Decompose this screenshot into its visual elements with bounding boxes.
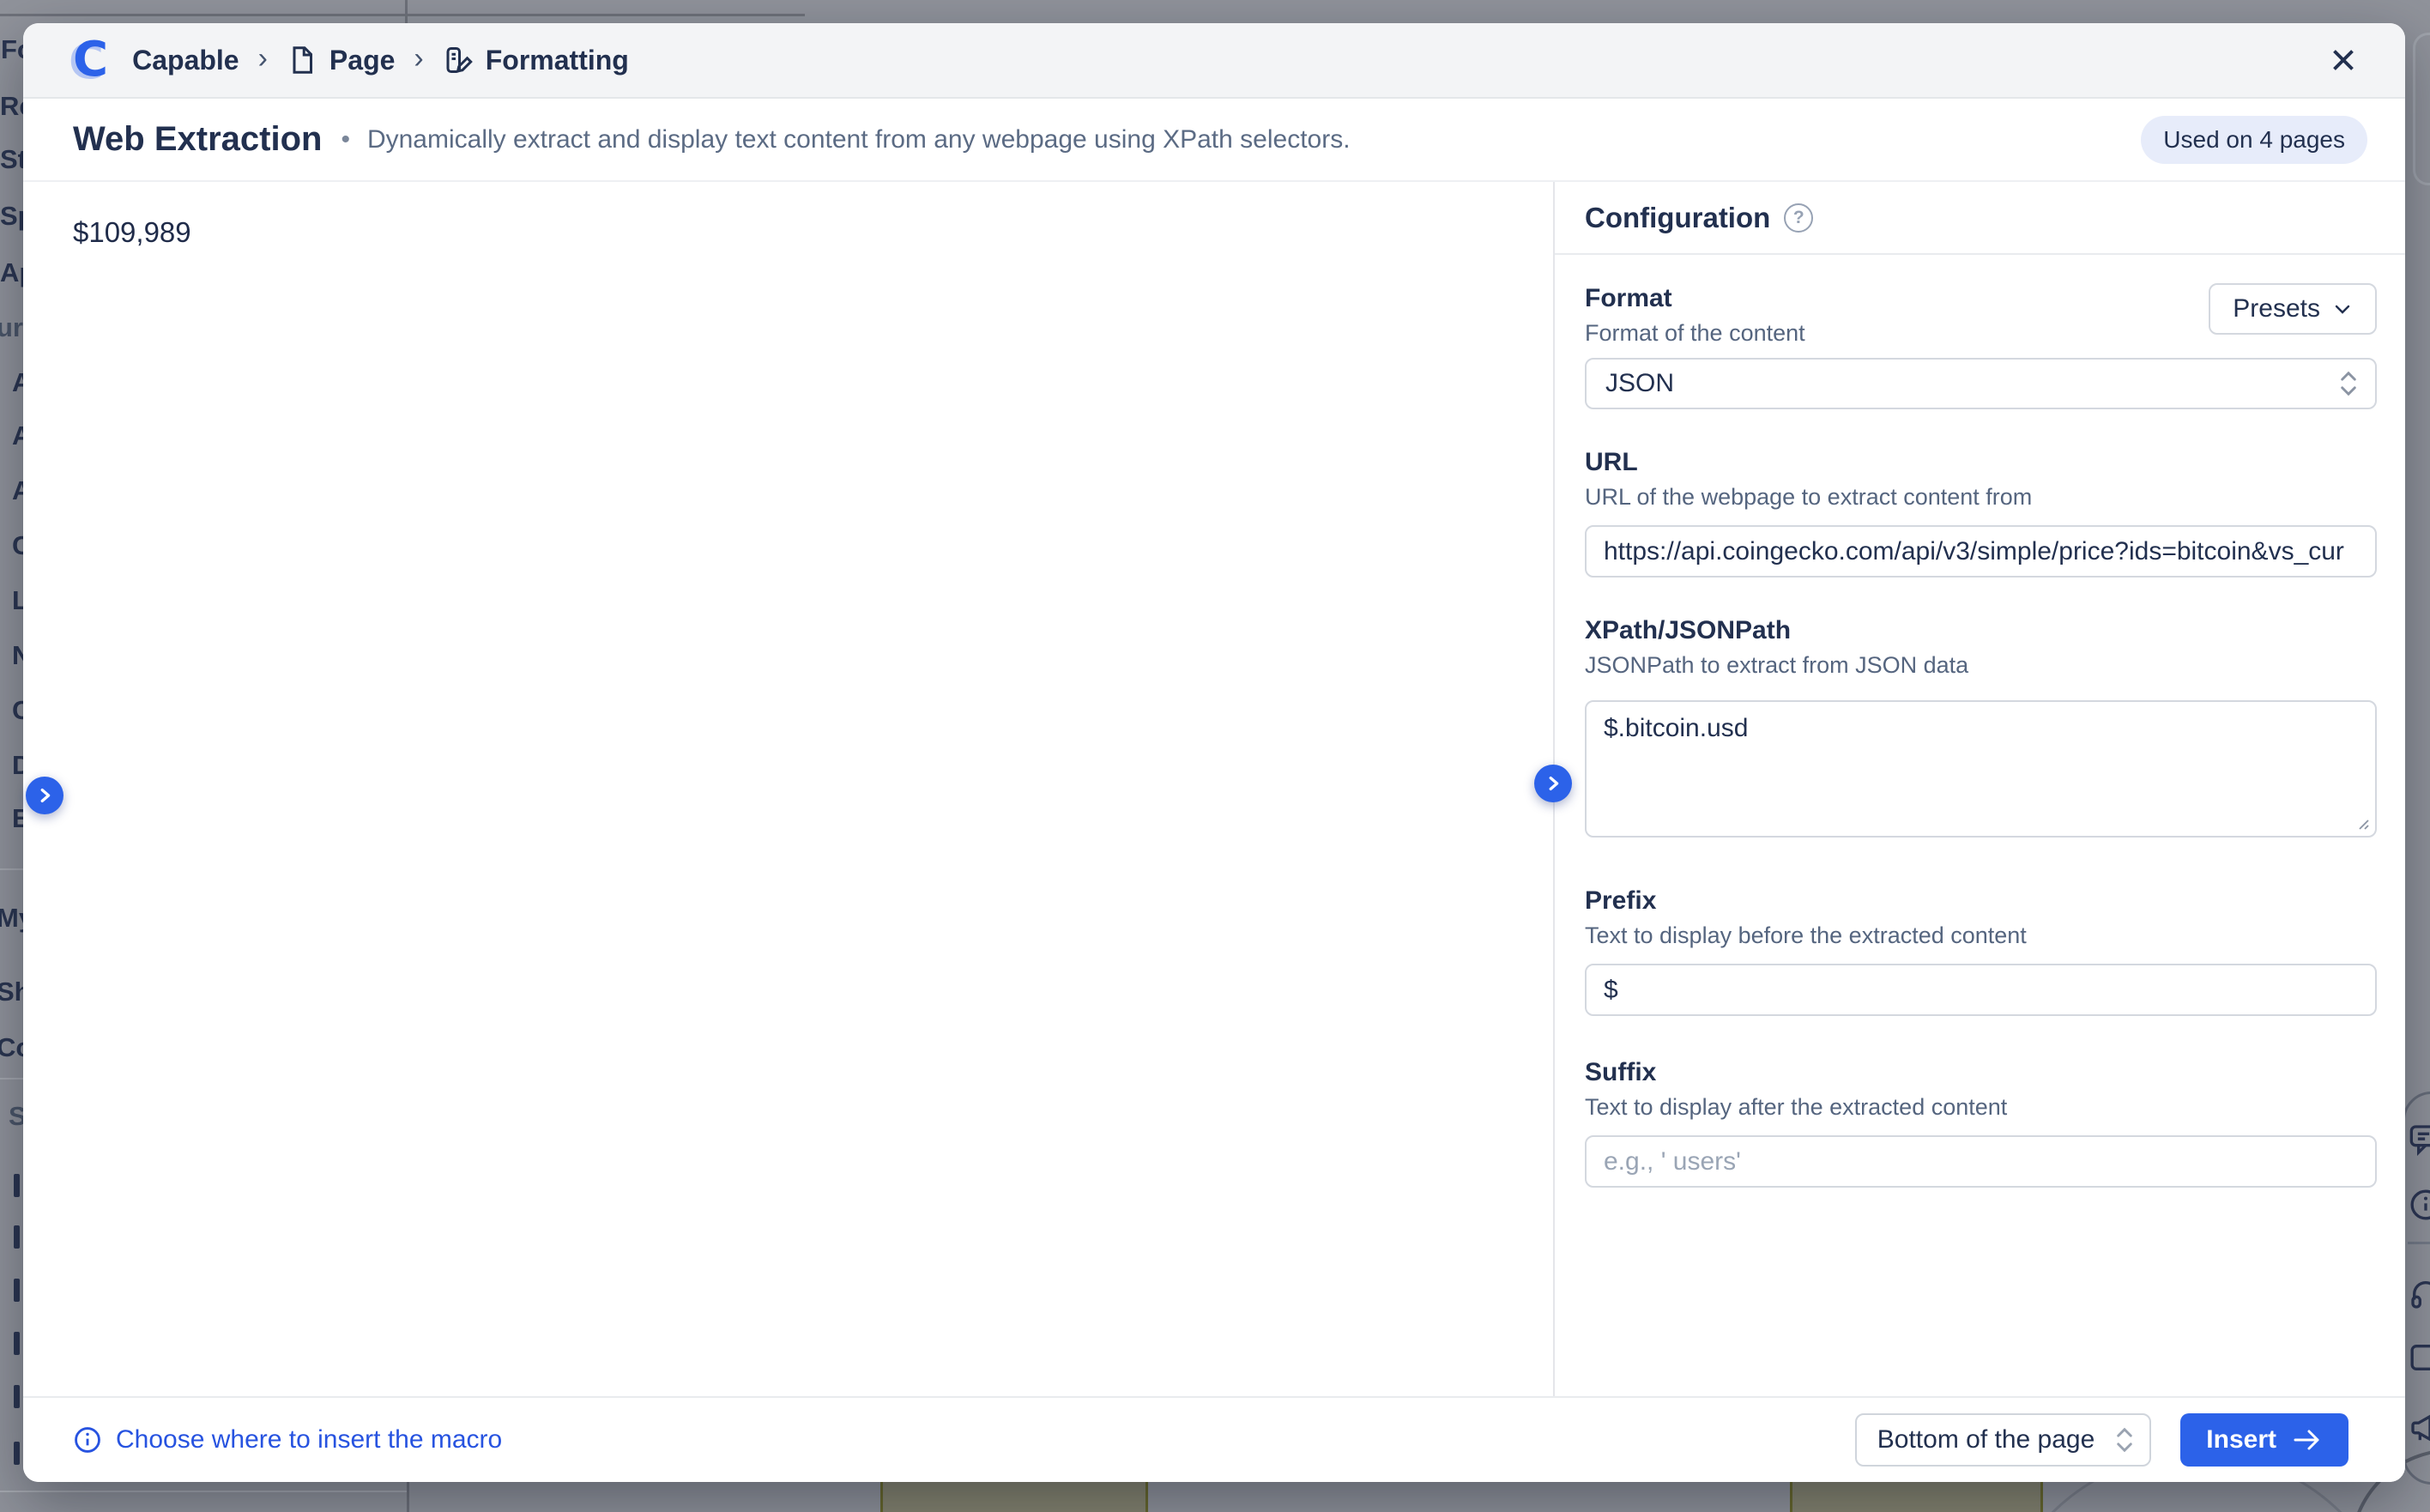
screen: Fo Re Sta Sp Ap ur A A A C L N C D E My … bbox=[0, 0, 2430, 1512]
suffix-label: Suffix bbox=[1585, 1057, 2377, 1088]
url-label: URL bbox=[1585, 447, 2377, 478]
expand-config-panel-button[interactable] bbox=[1534, 765, 1572, 802]
backdrop-table-cell bbox=[880, 1482, 1148, 1512]
preview-extracted-value: $109,989 bbox=[73, 216, 1553, 249]
toolbar-divider bbox=[2408, 1242, 2430, 1244]
arrow-right-icon bbox=[2292, 1427, 2323, 1453]
suffix-help-text: Text to display after the extracted cont… bbox=[1585, 1093, 2377, 1122]
presets-button-label: Presets bbox=[2233, 294, 2320, 324]
usage-badge: Used on 4 pages bbox=[2141, 116, 2367, 164]
breadcrumb-app[interactable]: Capable bbox=[132, 45, 239, 76]
configuration-header: Configuration ? bbox=[1555, 182, 2405, 255]
panel-icon bbox=[2409, 1340, 2430, 1375]
configuration-heading: Configuration bbox=[1585, 202, 1770, 234]
breadcrumb-page[interactable]: Page bbox=[329, 45, 395, 76]
headphones-icon bbox=[2409, 1277, 2430, 1311]
close-button[interactable] bbox=[2319, 36, 2367, 84]
backdrop-table-border bbox=[0, 14, 805, 16]
dialog-content: $109,989 Configuration ? Format Format o… bbox=[23, 182, 2405, 1396]
xpath-help-text: JSONPath to extract from JSON data bbox=[1585, 651, 2377, 680]
select-carets-icon bbox=[2113, 1425, 2136, 1455]
macro-description: Dynamically extract and display text con… bbox=[367, 125, 2141, 154]
backdrop-panel-border bbox=[407, 1482, 409, 1512]
backdrop-text-fragment bbox=[14, 1442, 20, 1465]
insert-button[interactable]: Insert bbox=[2180, 1413, 2348, 1467]
configuration-form: Format Format of the content Presets JSO… bbox=[1555, 255, 2405, 1188]
backdrop-text-fragment bbox=[14, 1225, 20, 1249]
backdrop-table-border bbox=[405, 0, 408, 23]
prefix-help-text: Text to display before the extracted con… bbox=[1585, 922, 2377, 950]
backdrop-text-fragment bbox=[14, 1385, 20, 1408]
megaphone-icon bbox=[2409, 1411, 2430, 1445]
presets-button[interactable]: Presets bbox=[2209, 283, 2377, 335]
capable-logo-icon: C bbox=[73, 36, 108, 84]
insert-position-select[interactable]: Bottom of the page bbox=[1855, 1413, 2152, 1467]
close-icon bbox=[2328, 45, 2359, 76]
backdrop-text-fragment bbox=[14, 1174, 20, 1197]
url-field: URL URL of the webpage to extract conten… bbox=[1585, 447, 2377, 578]
backdrop-divider bbox=[0, 868, 23, 870]
dialog-footer: Choose where to insert the macro Bottom … bbox=[23, 1396, 2405, 1482]
backdrop-panel-corner bbox=[2413, 33, 2430, 185]
backdrop-panel-border bbox=[0, 1491, 408, 1492]
chevron-right-icon bbox=[1544, 774, 1563, 793]
macro-title: Web Extraction bbox=[73, 120, 322, 159]
resize-handle-icon[interactable] bbox=[2353, 813, 2370, 831]
url-help-text: URL of the webpage to extract content fr… bbox=[1585, 483, 2377, 511]
chevron-right-icon bbox=[35, 786, 54, 805]
breadcrumb: C Capable › Page › Formatting bbox=[73, 36, 629, 84]
format-help-text: Format of the content bbox=[1585, 319, 1805, 348]
format-select-value: JSON bbox=[1605, 369, 1674, 398]
url-input[interactable] bbox=[1585, 525, 2377, 578]
chevron-right-icon: › bbox=[414, 42, 423, 76]
configuration-panel: Configuration ? Format Format of the con… bbox=[1553, 182, 2405, 1396]
expand-left-panel-button[interactable] bbox=[26, 777, 63, 814]
backdrop-table-cell bbox=[1790, 1482, 2043, 1512]
format-field: Format Format of the content Presets JSO… bbox=[1585, 283, 2377, 409]
breadcrumb-macro[interactable]: Formatting bbox=[486, 45, 629, 76]
suffix-input[interactable] bbox=[1585, 1135, 2377, 1188]
backdrop-text-fragment: ur bbox=[0, 312, 23, 343]
xpath-label: XPath/JSONPath bbox=[1585, 615, 2377, 646]
chevron-right-icon: › bbox=[258, 42, 268, 76]
insert-location-hint-link[interactable]: Choose where to insert the macro bbox=[73, 1425, 502, 1455]
prefix-field: Prefix Text to display before the extrac… bbox=[1585, 886, 2377, 1016]
prefix-input[interactable] bbox=[1585, 964, 2377, 1016]
info-icon bbox=[2409, 1188, 2430, 1222]
help-icon[interactable]: ? bbox=[1784, 203, 1813, 233]
xpath-textarea[interactable]: $.bitcoin.usd bbox=[1585, 700, 2377, 838]
prefix-label: Prefix bbox=[1585, 886, 2377, 916]
backdrop-divider bbox=[0, 1078, 23, 1080]
xpath-field: XPath/JSONPath JSONPath to extract from … bbox=[1585, 615, 2377, 838]
insert-button-label: Insert bbox=[2206, 1425, 2276, 1455]
macro-editor-dialog: C Capable › Page › Formatting Web Extrac… bbox=[23, 23, 2405, 1482]
select-carets-icon bbox=[2337, 369, 2360, 398]
page-icon bbox=[287, 45, 317, 76]
comment-icon bbox=[2409, 1122, 2430, 1157]
format-label: Format bbox=[1585, 283, 1805, 314]
info-icon bbox=[73, 1425, 102, 1455]
chevron-down-icon bbox=[2332, 299, 2353, 319]
backdrop-text-fragment bbox=[14, 1279, 20, 1302]
insert-position-value: Bottom of the page bbox=[1877, 1425, 2095, 1455]
macro-preview-pane: $109,989 bbox=[23, 182, 1553, 1396]
suffix-field: Suffix Text to display after the extract… bbox=[1585, 1057, 2377, 1188]
format-select[interactable]: JSON bbox=[1585, 358, 2377, 409]
formatting-icon bbox=[443, 45, 474, 76]
dialog-title-row: Web Extraction • Dynamically extract and… bbox=[23, 99, 2405, 182]
dialog-header: C Capable › Page › Formatting bbox=[23, 23, 2405, 99]
insert-location-hint-label: Choose where to insert the macro bbox=[116, 1425, 502, 1455]
title-separator-dot: • bbox=[341, 125, 350, 154]
backdrop-text-fragment bbox=[14, 1332, 20, 1355]
